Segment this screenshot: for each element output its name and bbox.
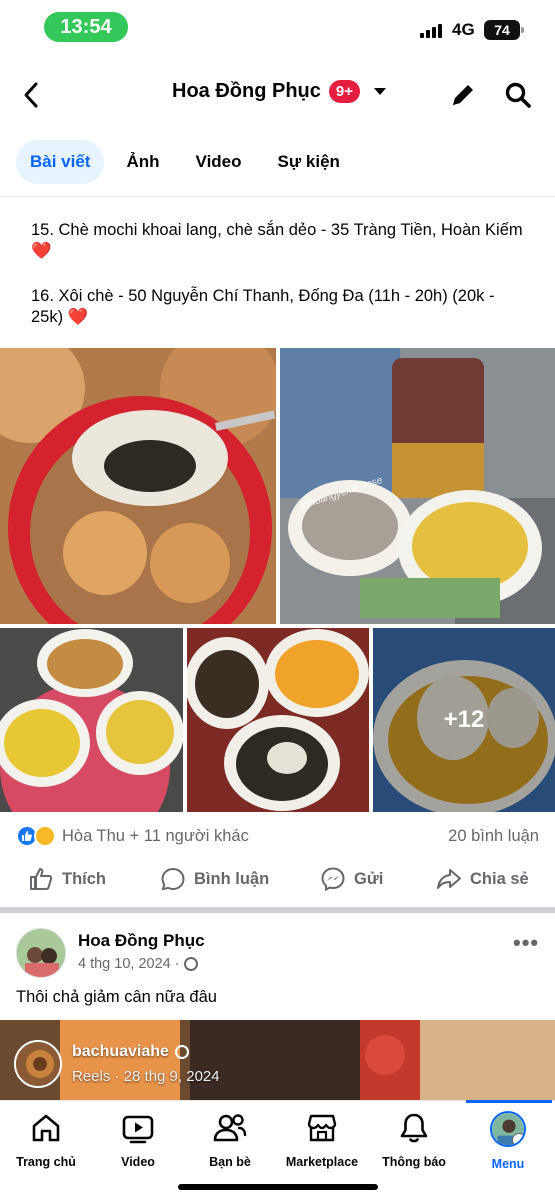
more-photos-count: +12 (373, 628, 555, 812)
post-text: Thôi chả giảm cân nữa đâu (16, 988, 217, 1006)
comment-icon (161, 867, 185, 891)
comments-count[interactable]: 20 bình luận (448, 827, 539, 846)
nav-friends[interactable]: Bạn bè (184, 1111, 276, 1169)
comment-button[interactable]: Bình luận (160, 866, 269, 892)
marketplace-icon (307, 1114, 337, 1142)
nav-notifications[interactable]: Thông báo (368, 1111, 460, 1169)
tab-photos[interactable]: Ảnh (112, 140, 173, 184)
haha-reaction-icon (34, 825, 56, 847)
thumbs-up-icon (30, 868, 53, 890)
back-button[interactable] (14, 78, 48, 112)
photo-xoi-bowls[interactable] (0, 628, 183, 812)
page-title: Hoa Đồng Phục (172, 80, 321, 102)
nav-marketplace[interactable]: Marketplace (276, 1111, 368, 1169)
post-text: 15. Chè mochi khoai lang, chè sắn dẻo - … (31, 220, 527, 352)
share-icon (437, 869, 461, 889)
like-button[interactable]: Thích (28, 866, 106, 892)
globe-icon (183, 957, 198, 971)
photo-mochi-bowl[interactable] (0, 348, 276, 624)
menu-lines-icon (512, 1133, 524, 1145)
post-actions: Thích Bình luận Gửi Chia sẻ (0, 860, 555, 902)
divider (0, 196, 555, 197)
status-time: 13:54 (44, 12, 128, 42)
post-separator (0, 907, 555, 913)
friends-icon (213, 1114, 247, 1142)
photo-more[interactable]: +12 (373, 628, 555, 812)
signal-icon (420, 22, 442, 38)
tab-videos[interactable]: Video (182, 140, 256, 184)
pencil-icon (453, 85, 473, 105)
active-tab-indicator (466, 1100, 552, 1103)
home-indicator (178, 1184, 378, 1190)
page-header: Hoa Đồng Phục 9+ (0, 66, 555, 124)
edit-button[interactable] (446, 78, 480, 112)
video-icon (122, 1115, 154, 1144)
messenger-icon (321, 867, 345, 892)
more-options-icon[interactable]: ••• (513, 930, 539, 956)
nav-video[interactable]: Video (92, 1111, 184, 1169)
verified-icon (174, 1045, 189, 1059)
heart-icon: ❤️ (67, 308, 89, 326)
reel-author-avatar[interactable] (14, 1040, 62, 1088)
group-title-switcher[interactable]: Hoa Đồng Phục 9+ (172, 80, 386, 103)
bottom-nav: Trang chủ Video Bạn bè Marketplace Thông… (0, 1100, 555, 1200)
post-date: 4 thg 10, 2024 · (78, 956, 180, 972)
caret-down-icon (374, 88, 386, 95)
tab-posts[interactable]: Bài viết (16, 140, 105, 184)
chevron-left-icon (24, 82, 38, 108)
content-tabs: Bài viết Ảnh Video Sự kiện (16, 139, 354, 185)
nav-home[interactable]: Trang chủ (0, 1111, 92, 1169)
nav-menu[interactable]: Menu (462, 1111, 554, 1171)
bell-icon (400, 1113, 428, 1143)
photo-drink-bowls[interactable]: @hoangyenlit_rose (280, 348, 555, 624)
photo-grid: @hoangyenlit_rose +12 (0, 348, 555, 812)
post-line: 16. Xôi chè - 50 Nguyễn Chí Thanh, Đống … (31, 287, 495, 326)
battery-icon: 74 (484, 20, 524, 40)
post-line: 15. Chè mochi khoai lang, chè sắn dẻo - … (31, 221, 523, 260)
tab-events[interactable]: Sự kiện (264, 140, 354, 184)
status-bar: 13:54 4G 74 (0, 0, 555, 56)
share-button[interactable]: Chia sẻ (436, 866, 529, 892)
post-meta: 4 thg 10, 2024 · (78, 956, 198, 972)
notification-badge: 9+ (328, 80, 360, 103)
search-icon (505, 82, 531, 108)
reactions-summary: Hòa Thu + 11 người khác (62, 826, 249, 845)
reel-author[interactable]: bachuaviahe (72, 1043, 189, 1061)
home-icon (32, 1114, 60, 1142)
avatar[interactable] (16, 928, 66, 978)
photo-che-bowls[interactable] (187, 628, 369, 812)
reel-meta: Reels · 28 thg 9, 2024 (72, 1068, 220, 1085)
heart-icon: ❤️ (31, 242, 52, 260)
network-type: 4G (452, 20, 475, 39)
search-button[interactable] (501, 78, 535, 112)
reactions-bar[interactable]: Hòa Thu + 11 người khác 20 bình luận (16, 823, 539, 849)
send-button[interactable]: Gửi (320, 866, 383, 892)
menu-avatar (490, 1111, 526, 1147)
post-author[interactable]: Hoa Đồng Phục (78, 931, 205, 951)
